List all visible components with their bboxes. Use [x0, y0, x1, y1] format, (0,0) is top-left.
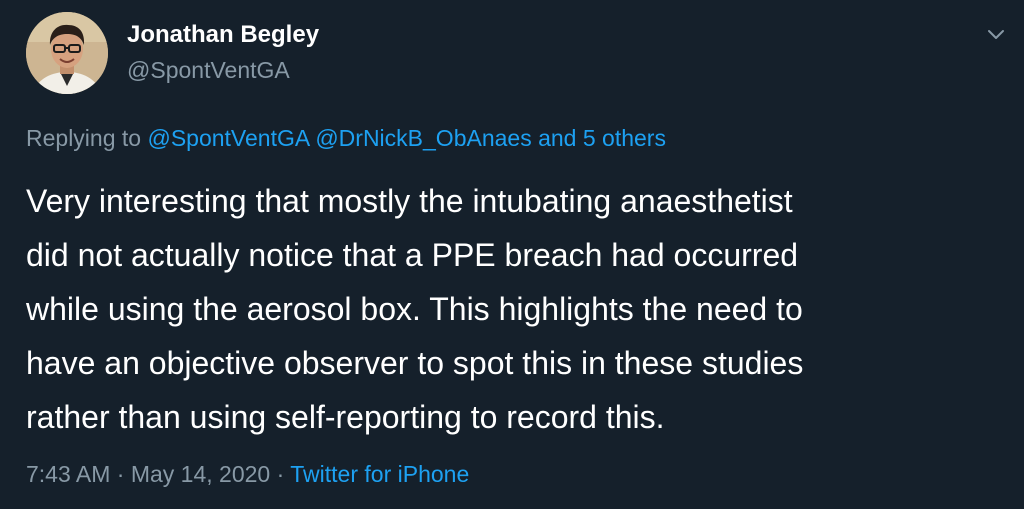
tweet-text-line: have an objective observer to spot this …	[26, 345, 804, 381]
replying-to-label: Replying to	[26, 125, 142, 151]
tweet-text-line: while using the aerosol box. This highli…	[26, 291, 803, 327]
mention-link[interactable]: @DrNickB_ObAnaes	[315, 125, 531, 151]
tweet-text-line: did not actually notice that a PPE breac…	[26, 237, 799, 273]
tweet-card: Jonathan Begley @SpontVentGA Replying to…	[0, 0, 1024, 509]
tweet-text: Very interesting that mostly the intubat…	[26, 174, 1006, 444]
tweet-source-link[interactable]: Twitter for iPhone	[290, 461, 469, 487]
tweet-date[interactable]: May 14, 2020	[131, 461, 270, 487]
replying-to-line: Replying to @SpontVentGA @DrNickB_ObAnae…	[26, 123, 666, 153]
chevron-down-icon[interactable]	[984, 22, 1008, 46]
tweet-time[interactable]: 7:43 AM	[26, 461, 110, 487]
others-link[interactable]: and 5 others	[538, 125, 666, 151]
user-handle[interactable]: @SpontVentGA	[127, 55, 290, 85]
meta-separator: ·	[276, 461, 285, 487]
meta-separator: ·	[116, 461, 125, 487]
user-display-name[interactable]: Jonathan Begley	[127, 20, 319, 50]
tweet-meta: 7:43 AM · May 14, 2020 · Twitter for iPh…	[26, 459, 469, 489]
mention-link[interactable]: @SpontVentGA	[147, 125, 308, 151]
profile-photo	[26, 12, 108, 94]
avatar[interactable]	[26, 12, 108, 94]
tweet-text-line: rather than using self-reporting to reco…	[26, 399, 665, 435]
tweet-text-line: Very interesting that mostly the intubat…	[26, 183, 793, 219]
